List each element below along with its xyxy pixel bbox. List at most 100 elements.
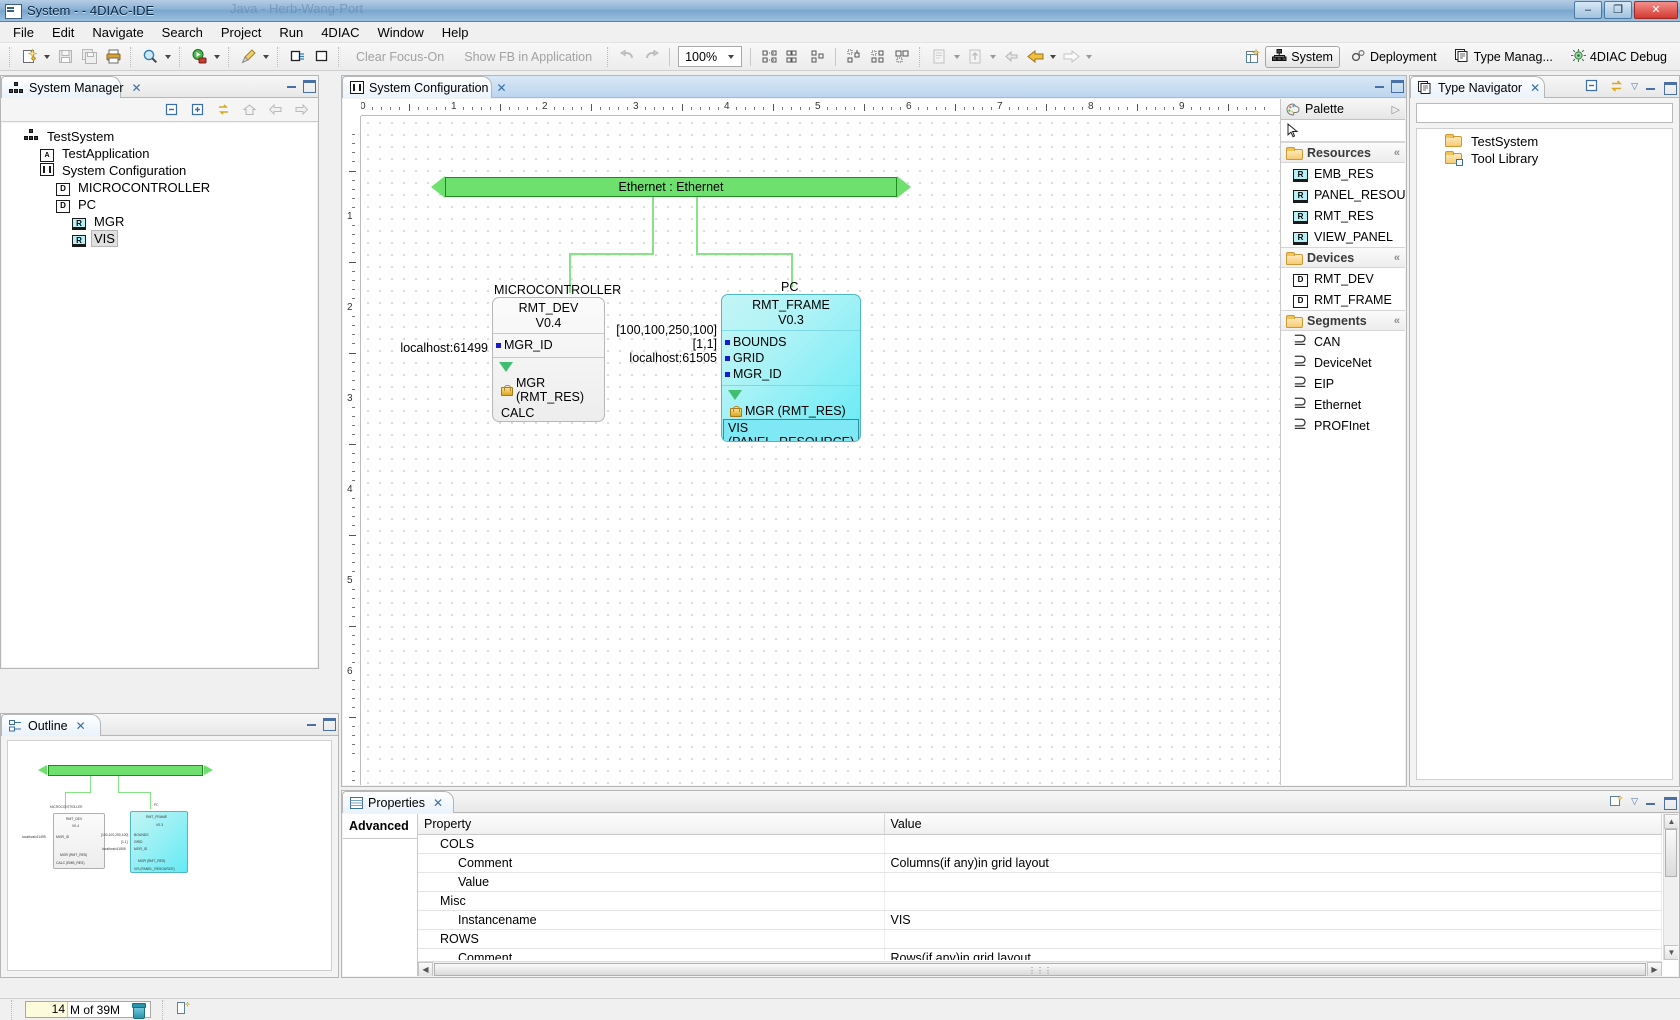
back-icon[interactable] bbox=[1024, 46, 1046, 68]
type-navigator-item-testsystem[interactable]: TestSystem bbox=[1417, 133, 1672, 150]
external-tools-dropdown-caret[interactable] bbox=[260, 46, 272, 68]
search-dropdown-caret[interactable] bbox=[162, 46, 174, 68]
resource-row-mgr[interactable]: MGR (RMT_RES) bbox=[493, 375, 604, 405]
open-perspective-icon[interactable] bbox=[1242, 46, 1264, 68]
palette-item-view-panel[interactable]: R VIEW_PANEL bbox=[1281, 226, 1405, 247]
device-param-row[interactable]: MGR_ID bbox=[493, 334, 604, 353]
menu-item-run[interactable]: Run bbox=[270, 23, 312, 42]
type-navigator-item-tool-library[interactable]: Tool Library bbox=[1417, 150, 1672, 167]
table-row[interactable]: Comment Rows(if any)in grid layout bbox=[418, 948, 1662, 960]
trash-icon[interactable] bbox=[132, 1002, 147, 1019]
cell-value[interactable]: Rows(if any)in grid layout bbox=[884, 948, 1662, 960]
palette-item-panel-resou[interactable]: R PANEL_RESOU... bbox=[1281, 184, 1405, 205]
table-row[interactable]: Comment Columns(if any)in grid layout bbox=[418, 853, 1662, 873]
close-icon[interactable]: ✕ bbox=[433, 796, 443, 810]
column-header-value[interactable]: Value bbox=[884, 814, 1662, 835]
perspective-system[interactable]: System bbox=[1265, 45, 1340, 68]
type-navigator-tree[interactable]: TestSystem Tool Library bbox=[1416, 128, 1673, 780]
cell-value[interactable] bbox=[884, 891, 1662, 911]
table-row[interactable]: COLS bbox=[418, 834, 1662, 854]
palette-item-emb-res[interactable]: R EMB_RES bbox=[1281, 163, 1405, 184]
run-dropdown-caret[interactable] bbox=[211, 46, 223, 68]
scroll-thumb[interactable] bbox=[1665, 829, 1677, 877]
palette-item-rmt-frame[interactable]: D RMT_FRAME bbox=[1281, 289, 1405, 310]
minimize-icon[interactable] bbox=[285, 78, 298, 91]
scroll-up-arrow-icon[interactable]: ▲ bbox=[1664, 814, 1678, 829]
minimize-icon[interactable] bbox=[1644, 795, 1657, 808]
close-icon[interactable]: ✕ bbox=[131, 81, 141, 95]
cell-value[interactable] bbox=[884, 834, 1662, 854]
palette-item-devicenet[interactable]: DeviceNet bbox=[1281, 352, 1405, 373]
resource-row-calc[interactable]: CALC (EMB_RES) bbox=[493, 405, 604, 421]
tab-system-configuration[interactable]: System Configuration ✕ bbox=[342, 76, 507, 98]
menu-item-project[interactable]: Project bbox=[212, 23, 270, 42]
tree-item-mgr[interactable]: R MGR bbox=[2, 213, 317, 230]
view-menu-icon[interactable]: ▽ bbox=[1631, 81, 1638, 92]
diagram-canvas[interactable]: Ethernet : Ethernet MICROCONTROLLER RMT_… bbox=[362, 117, 1280, 785]
align-center-icon[interactable] bbox=[782, 46, 804, 68]
pin-view-icon[interactable] bbox=[1608, 793, 1624, 809]
link-with-editor-icon[interactable] bbox=[1608, 78, 1624, 94]
distribute-horizontal-icon[interactable] bbox=[867, 46, 889, 68]
menu-item-4diac[interactable]: 4DIAC bbox=[312, 23, 368, 42]
menu-item-navigate[interactable]: Navigate bbox=[83, 23, 152, 42]
properties-table-container[interactable]: Property Value COLS Comment Columns(if any… bbox=[418, 814, 1678, 976]
resource-row-mgr[interactable]: MGR (RMT_RES) bbox=[722, 403, 860, 419]
back-dropdown-caret[interactable] bbox=[1047, 46, 1059, 68]
scroll-left-arrow-icon[interactable]: ◀ bbox=[418, 961, 433, 976]
palette-group-devices[interactable]: Devices « bbox=[1281, 247, 1405, 268]
maximize-icon[interactable] bbox=[322, 716, 336, 731]
minimize-icon[interactable] bbox=[305, 716, 318, 729]
scroll-down-arrow-icon[interactable]: ▼ bbox=[1664, 945, 1678, 960]
external-tools-icon[interactable] bbox=[237, 46, 259, 68]
unfocus-icon[interactable] bbox=[310, 46, 332, 68]
close-icon[interactable]: ✕ bbox=[497, 81, 507, 95]
cell-value[interactable] bbox=[884, 929, 1662, 949]
properties-vertical-scrollbar[interactable]: ▲ ▼ bbox=[1663, 814, 1678, 960]
clear-focus-on-button[interactable]: Clear Focus-On bbox=[346, 50, 454, 64]
expand-toggle[interactable] bbox=[493, 358, 604, 375]
chevron-right-icon[interactable]: ▷ bbox=[1392, 103, 1400, 116]
maximize-icon[interactable] bbox=[1663, 795, 1677, 810]
close-button[interactable]: ✕ bbox=[1634, 1, 1678, 19]
palette-item-eip[interactable]: EIP bbox=[1281, 373, 1405, 394]
segment-ethernet[interactable]: Ethernet : Ethernet bbox=[445, 177, 897, 197]
show-fb-in-application-button[interactable]: Show FB in Application bbox=[454, 50, 602, 64]
focus-on-icon[interactable] bbox=[286, 46, 308, 68]
tree-item-microcontroller[interactable]: D MICROCONTROLLER bbox=[2, 179, 317, 196]
scroll-thumb[interactable]: ⋮⋮⋮ bbox=[434, 962, 1646, 976]
palette-item-profinet[interactable]: PROFInet bbox=[1281, 415, 1405, 436]
close-icon[interactable]: ✕ bbox=[76, 719, 86, 733]
minimize-icon[interactable] bbox=[1373, 78, 1386, 91]
maximize-icon[interactable] bbox=[302, 78, 316, 93]
tree-item-testapplication[interactable]: A TestApplication bbox=[2, 145, 317, 162]
palette-item-ethernet[interactable]: Ethernet bbox=[1281, 394, 1405, 415]
zoom-combobox[interactable]: 100% bbox=[678, 46, 743, 68]
new-icon[interactable] bbox=[18, 46, 40, 68]
distribute-vertical-icon[interactable] bbox=[843, 46, 865, 68]
outline-thumbnail[interactable]: MICROCONTROLLER PC RMT_DEV V0.4 MGR_ID l… bbox=[7, 740, 332, 971]
tree-item-testsystem[interactable]: TestSystem bbox=[2, 128, 317, 145]
match-size-icon[interactable] bbox=[891, 46, 913, 68]
tab-outline[interactable]: Outline ✕ bbox=[1, 714, 101, 736]
menu-item-file[interactable]: File bbox=[4, 23, 43, 42]
device-pc[interactable]: RMT_FRAME V0.3 BOUNDS GRID MGR_ID MGR (R… bbox=[721, 294, 861, 442]
palette-select-tool[interactable] bbox=[1281, 120, 1405, 142]
palette-item-rmt-dev[interactable]: D RMT_DEV bbox=[1281, 268, 1405, 289]
menu-item-help[interactable]: Help bbox=[433, 23, 478, 42]
palette-group-resources[interactable]: Resources « bbox=[1281, 142, 1405, 163]
tree-item-system-configuration[interactable]: System Configuration bbox=[2, 162, 317, 179]
expand-toggle[interactable] bbox=[722, 386, 860, 403]
expand-all-icon[interactable] bbox=[186, 99, 208, 121]
minimize-icon[interactable] bbox=[1644, 80, 1657, 93]
maximize-icon[interactable] bbox=[1390, 78, 1404, 93]
column-header-property[interactable]: Property bbox=[418, 814, 885, 835]
device-param-row[interactable]: BOUNDS bbox=[722, 331, 860, 350]
cell-value[interactable]: Columns(if any)in grid layout bbox=[884, 853, 1662, 873]
menu-item-search[interactable]: Search bbox=[153, 23, 212, 42]
table-row[interactable]: Misc bbox=[418, 891, 1662, 911]
editor-canvas-area[interactable]: 0 1 2 3 4 5 6 7 8 9 1 2 3 4 5 6 Ethernet : Ethernet MI… bbox=[343, 99, 1281, 785]
zoom-dropdown-caret[interactable] bbox=[724, 46, 738, 68]
tab-type-navigator[interactable]: Type Navigator ✕ bbox=[1410, 76, 1545, 98]
maximize-button[interactable]: ❐ bbox=[1604, 1, 1632, 19]
